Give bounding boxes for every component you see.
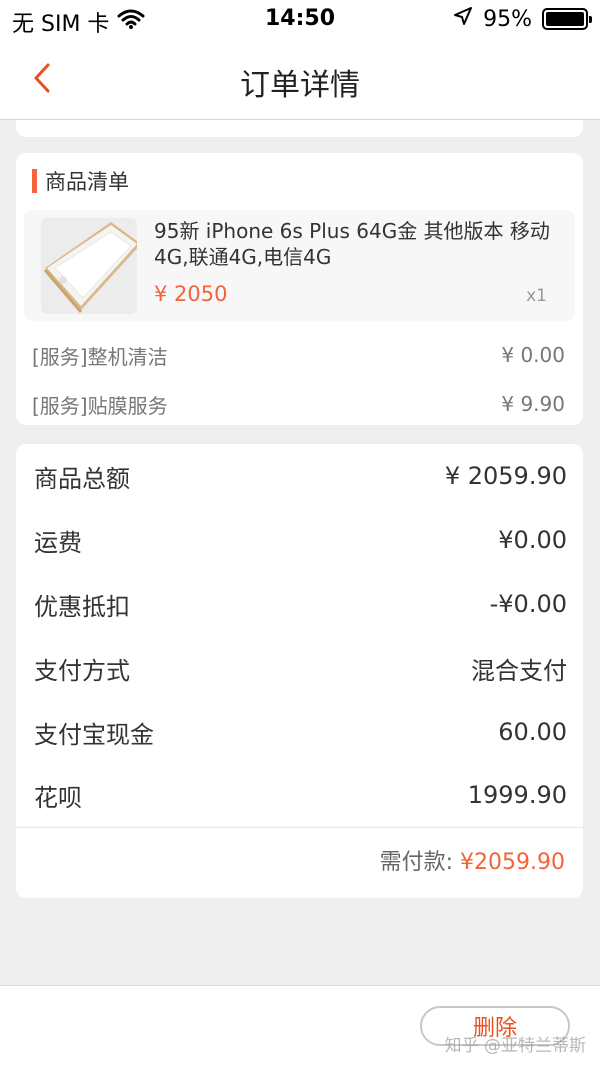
- summary-label: 商品总额: [34, 464, 130, 493]
- order-summary-card: 商品总额 ¥ 2059.90 运费 ¥0.00 优惠抵扣 -¥0.00 支付方式…: [16, 444, 583, 898]
- summary-value: -¥0.00: [489, 590, 567, 618]
- nav-bar: 订单详情: [0, 40, 600, 120]
- previous-card-edge: [16, 120, 583, 137]
- service-label: [服务]整机清洁: [32, 344, 168, 369]
- summary-row-shipping: 运费 ¥0.00: [34, 520, 567, 560]
- amount-due-value: ¥2059.90: [460, 850, 565, 875]
- product-price: ¥ 2050: [154, 282, 228, 306]
- service-row: [服务]整机清洁 ¥ 0.00: [32, 340, 565, 370]
- divider: [16, 827, 583, 828]
- section-title: 商品清单: [45, 170, 129, 194]
- product-thumbnail: [41, 218, 137, 314]
- battery-percent: 95%: [483, 6, 532, 32]
- amount-due-label: 需付款:: [379, 850, 461, 875]
- summary-value: ¥0.00: [498, 526, 567, 554]
- watermark: 知乎 @亚特兰蒂斯: [444, 1036, 586, 1056]
- battery-icon: [542, 8, 592, 30]
- service-price: ¥ 9.90: [501, 392, 565, 416]
- summary-value: 混合支付: [471, 656, 567, 685]
- summary-label: 支付宝现金: [34, 720, 154, 749]
- summary-label: 花呗: [34, 783, 82, 812]
- summary-value: 1999.90: [467, 781, 567, 809]
- goods-section-header: 商品清单: [32, 166, 129, 196]
- summary-row-discount: 优惠抵扣 -¥0.00: [34, 584, 567, 624]
- summary-row-huabei: 花呗 1999.90: [34, 775, 567, 815]
- summary-label: 运费: [34, 528, 82, 557]
- summary-value: ¥ 2059.90: [444, 462, 567, 490]
- service-row: [服务]贴膜服务 ¥ 9.90: [32, 389, 565, 419]
- bottom-action-bar: 删除 知乎 @亚特兰蒂斯: [0, 985, 600, 1065]
- summary-row-goods-total: 商品总额 ¥ 2059.90: [34, 456, 567, 496]
- summary-row-payment-method: 支付方式 混合支付: [34, 648, 567, 688]
- goods-item[interactable]: 95新 iPhone 6s Plus 64G金 其他版本 移动4G,联通4G,电…: [24, 210, 575, 321]
- summary-label: 优惠抵扣: [34, 592, 130, 621]
- amount-due: 需付款: ¥2059.90: [380, 844, 565, 876]
- service-price: ¥ 0.00: [501, 343, 565, 367]
- product-quantity: x1: [526, 286, 547, 306]
- product-name: 95新 iPhone 6s Plus 64G金 其他版本 移动4G,联通4G,电…: [154, 219, 550, 269]
- goods-list-card: 商品清单 95新 iPhone 6s Plus 64G金 其他版本 移动4G,联…: [16, 153, 583, 425]
- page-title: 订单详情: [240, 68, 360, 103]
- section-accent-bar: [32, 169, 37, 193]
- summary-value: 60.00: [498, 718, 567, 746]
- summary-label: 支付方式: [34, 656, 130, 685]
- service-label: [服务]贴膜服务: [32, 393, 168, 418]
- location-icon: [453, 6, 473, 32]
- summary-row-alipay-cash: 支付宝现金 60.00: [34, 712, 567, 752]
- status-bar: 无 SIM 卡 14:50 95%: [0, 0, 600, 40]
